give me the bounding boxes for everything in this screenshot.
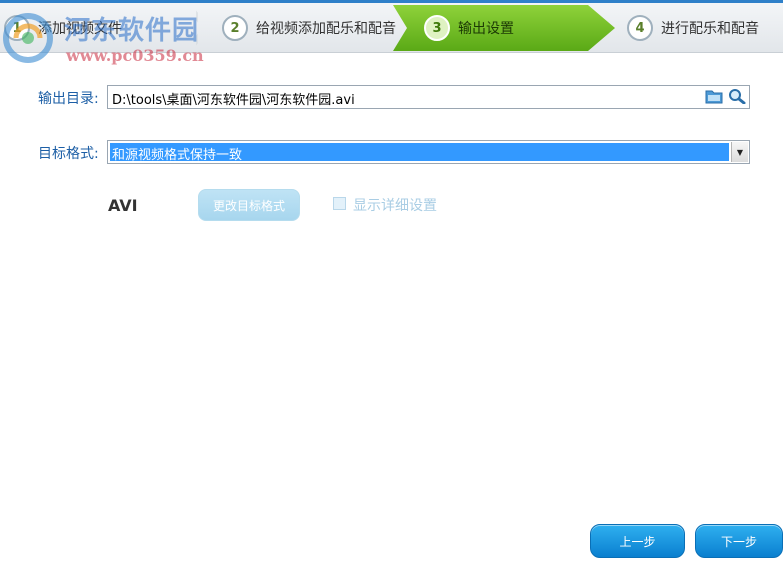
folder-icon[interactable] <box>705 88 723 104</box>
selected-option-highlight: 和源视频格式保持一致 <box>110 143 729 163</box>
selected-format-value: 和源视频格式保持一致 <box>112 148 243 163</box>
step-4-number: 4 <box>627 15 653 41</box>
step-3-label: 输出设置 <box>458 21 514 37</box>
output-dir-label: 输出目录: <box>38 91 99 107</box>
step-4-label: 进行配乐和配音 <box>661 21 759 37</box>
chevron-down-icon[interactable]: ▼ <box>731 142 748 162</box>
watermark-url: www.pc0359.cn <box>66 46 204 65</box>
watermark-name: 河东软件园 <box>64 16 200 46</box>
output-path-value: D:\tools\桌面\河东软件园\河东软件园.avi <box>112 93 355 108</box>
format-name: AVI <box>108 196 138 215</box>
step-2-number: 2 <box>222 15 248 41</box>
show-details-label[interactable]: 显示详细设置 <box>353 195 437 215</box>
prev-button[interactable]: 上一步 <box>590 524 685 558</box>
top-accent-line <box>0 0 783 3</box>
step-2-label: 给视频添加配乐和配音 <box>256 21 396 37</box>
search-icon[interactable] <box>728 88 746 104</box>
step-4[interactable]: 4 进行配乐和配音 <box>627 6 759 50</box>
change-format-button[interactable]: 更改目标格式 <box>198 189 300 221</box>
step-3-number: 3 <box>424 15 450 41</box>
target-format-select[interactable]: 和源视频格式保持一致 ▼ <box>107 140 750 164</box>
step-3[interactable]: 3 输出设置 <box>424 6 514 50</box>
output-path-field[interactable]: D:\tools\桌面\河东软件园\河东软件园.avi <box>107 85 750 109</box>
target-format-label: 目标格式: <box>38 146 99 162</box>
next-button[interactable]: 下一步 <box>695 524 783 558</box>
show-details-checkbox[interactable] <box>333 197 346 210</box>
step-2[interactable]: 2 给视频添加配乐和配音 <box>222 6 396 50</box>
watermark-logo-icon <box>3 13 53 63</box>
